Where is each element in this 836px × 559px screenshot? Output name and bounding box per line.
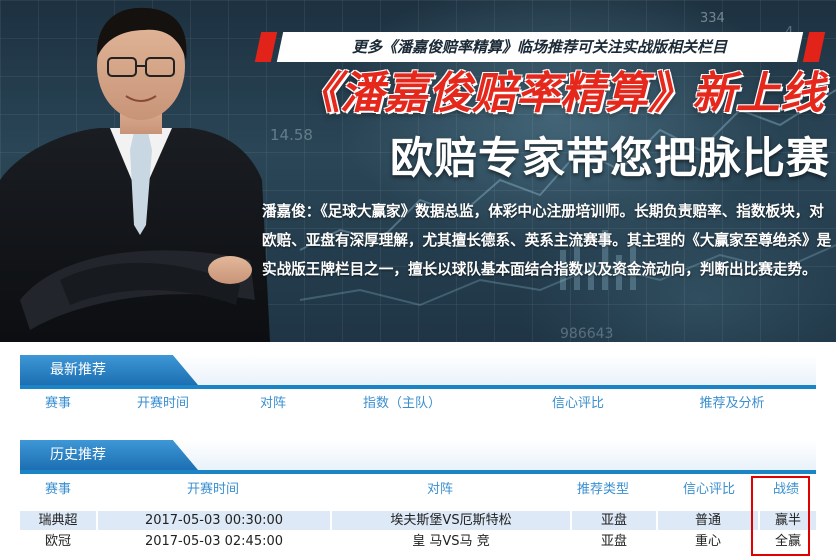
- col-league: 赛事: [44, 482, 71, 497]
- cell-match: 埃夫斯堡VS厄斯特松: [330, 511, 570, 530]
- promo-banner: 334 14.58 4 986643: [0, 0, 836, 342]
- history-section-header: 历史推荐: [20, 440, 816, 474]
- latest-section-title: 最新推荐: [50, 362, 106, 378]
- banner-tagline: 欧赔专家带您把脉比赛: [390, 134, 830, 184]
- col-index-home: 指数（主队）: [362, 396, 441, 411]
- col-record: 战绩: [772, 482, 799, 497]
- section-bar-tail: [170, 440, 816, 470]
- latest-section-tab: 最新推荐: [20, 355, 198, 385]
- table-row: 瑞典超 2017-05-03 00:30:00 埃夫斯堡VS厄斯特松 亚盘 普通…: [20, 511, 816, 530]
- col-start-time: 开赛时间: [136, 396, 189, 411]
- cell-confidence: 普通: [656, 511, 758, 530]
- bg-number-1: 334: [700, 11, 725, 26]
- presenter-intro: 潘嘉俊：《足球大赢家》数据总监，体彩中心注册培训师。长期负责赔率、指数板块，对欧…: [262, 203, 832, 278]
- history-table-header: 赛事 开赛时间 对阵 推荐类型 信心评比 战绩: [20, 475, 816, 505]
- col-analysis: 推荐及分析: [699, 396, 765, 411]
- latest-table-header: 赛事 开赛时间 对阵 指数（主队） 信心评比 推荐及分析: [20, 389, 816, 419]
- col-match: 对阵: [426, 482, 453, 497]
- latest-section-header: 最新推荐: [20, 355, 816, 389]
- col-confidence: 信心评比: [551, 396, 604, 411]
- banner-title: 《潘嘉俊赔率精算》新上线: [296, 68, 824, 119]
- section-bar-tail: [170, 355, 816, 385]
- cell-league: 瑞典超: [20, 511, 96, 530]
- cell-confidence: 重心: [656, 532, 758, 551]
- col-rec-type: 推荐类型: [576, 482, 629, 497]
- col-start-time: 开赛时间: [186, 482, 239, 497]
- cell-start-time: 2017-05-03 02:45:00: [96, 532, 330, 551]
- presenter-photo: [0, 7, 270, 342]
- cell-match: 皇 马VS马 竞: [330, 532, 570, 551]
- history-section: 历史推荐: [20, 440, 816, 474]
- bg-number-4: 986643: [560, 326, 613, 342]
- table-row: 欧冠 2017-05-03 02:45:00 皇 马VS马 竞 亚盘 重心 全赢: [20, 532, 816, 551]
- cell-rec-type: 亚盘: [570, 532, 656, 551]
- col-confidence: 信心评比: [682, 482, 735, 497]
- tab-slant: [112, 355, 198, 385]
- tab-slant: [112, 440, 198, 470]
- banner-subheading: 更多《潘嘉俊赔率精算》临场推荐可关注实战版相关栏目: [254, 32, 826, 62]
- cell-rec-type: 亚盘: [570, 511, 656, 530]
- cell-record: 赢半: [758, 511, 816, 530]
- cell-league: 欧冠: [20, 532, 96, 551]
- history-section-tab: 历史推荐: [20, 440, 198, 470]
- banner-subheading-text: 更多《潘嘉俊赔率精算》临场推荐可关注实战版相关栏目: [352, 38, 728, 56]
- cell-start-time: 2017-05-03 00:30:00: [96, 511, 330, 530]
- col-match: 对阵: [259, 396, 286, 411]
- col-league: 赛事: [44, 396, 71, 411]
- cell-record: 全赢: [758, 532, 816, 551]
- history-section-title: 历史推荐: [50, 447, 106, 463]
- latest-section: 最新推荐: [20, 355, 816, 389]
